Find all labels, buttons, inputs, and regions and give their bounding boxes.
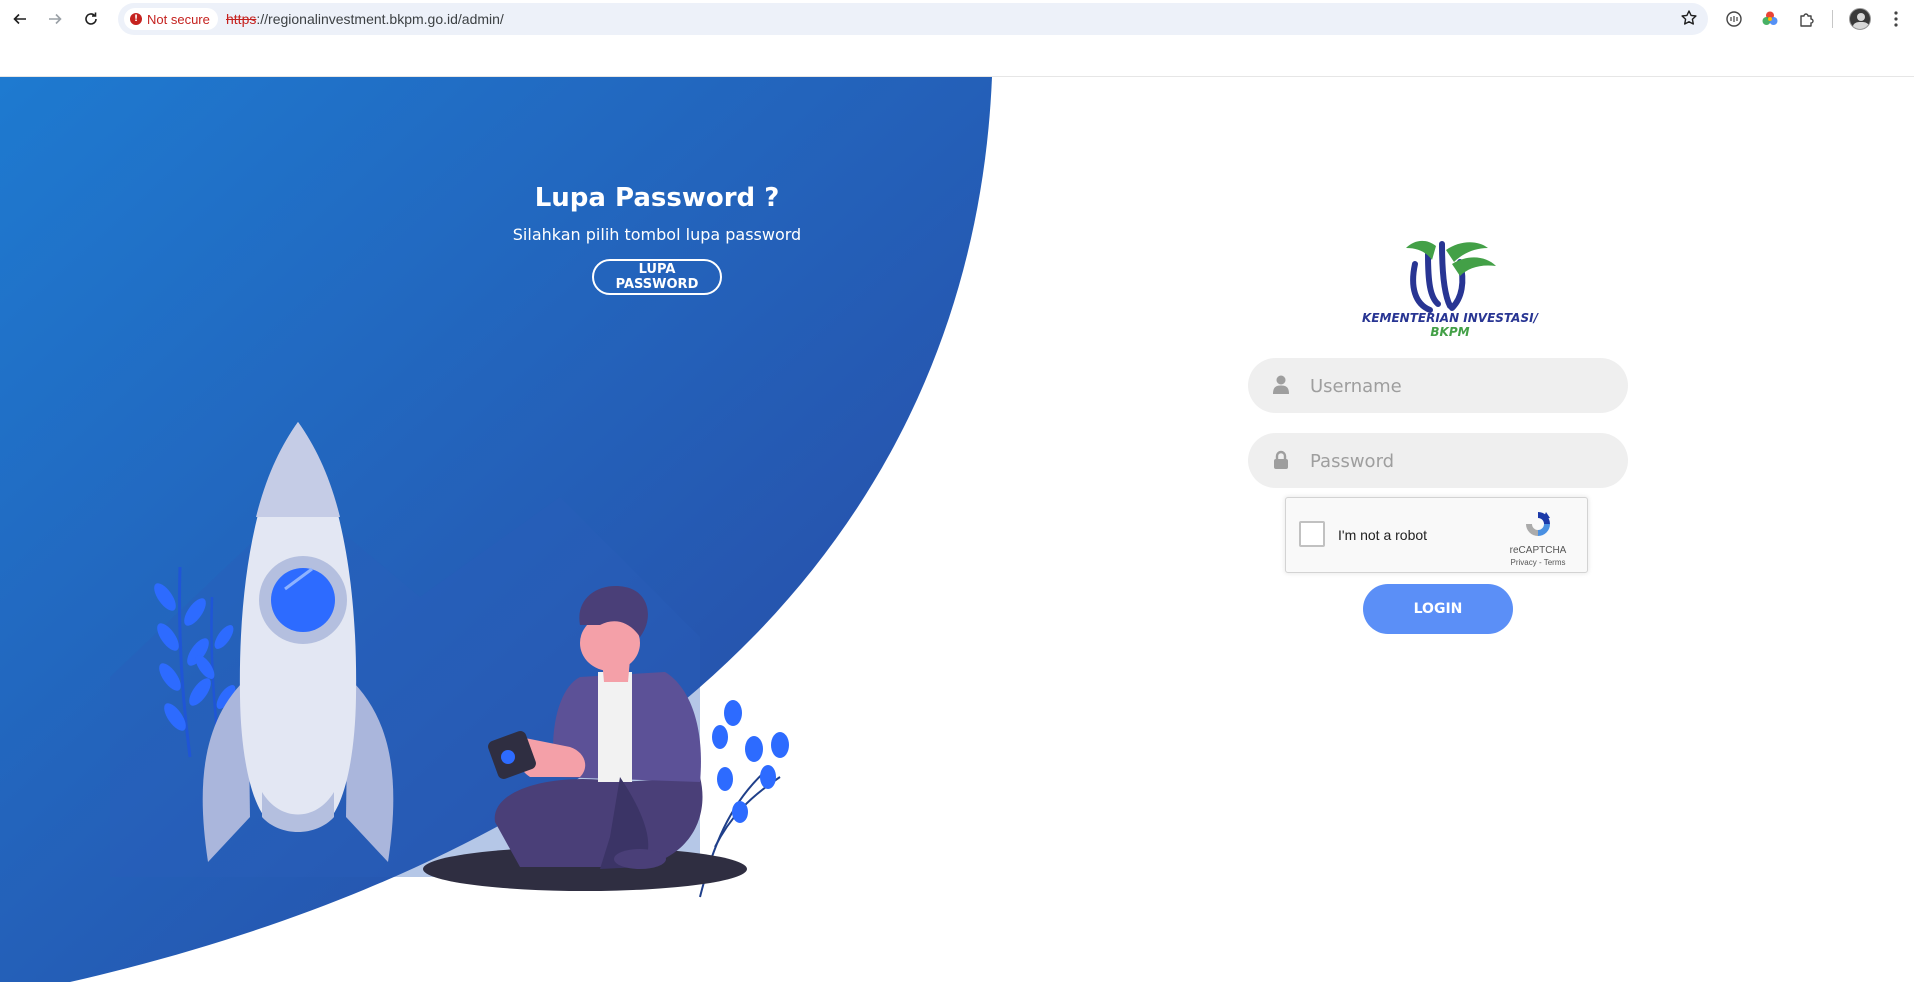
username-input[interactable] bbox=[1308, 358, 1612, 415]
recaptcha-checkbox[interactable] bbox=[1299, 521, 1325, 547]
url-text[interactable]: https://regionalinvestment.bkpm.go.id/ad… bbox=[226, 11, 504, 27]
color-picker-icon[interactable] bbox=[1759, 8, 1781, 30]
bookmark-star-icon[interactable] bbox=[1680, 9, 1698, 32]
forgot-password-button[interactable]: LUPA PASSWORD bbox=[592, 259, 722, 295]
forward-icon[interactable] bbox=[43, 7, 67, 31]
back-icon[interactable] bbox=[8, 7, 32, 31]
security-chip[interactable]: ! Not secure bbox=[124, 8, 218, 30]
password-field[interactable] bbox=[1248, 433, 1628, 490]
menu-kebab-icon[interactable] bbox=[1885, 8, 1907, 30]
address-bar[interactable]: ! Not secure https://regionalinvestment.… bbox=[118, 3, 1708, 35]
logo-text-line2: BKPM bbox=[1430, 325, 1470, 339]
extension-icon[interactable] bbox=[1723, 8, 1745, 30]
profile-avatar[interactable] bbox=[1849, 8, 1871, 30]
reload-icon[interactable] bbox=[79, 7, 103, 31]
forgot-password-title: Lupa Password ? bbox=[534, 183, 780, 213]
recaptcha-brand: reCAPTCHA bbox=[1509, 545, 1567, 556]
lock-icon bbox=[1274, 450, 1288, 469]
browser-toolbar: ! Not secure https://regionalinvestment.… bbox=[0, 0, 1914, 38]
login-button[interactable]: LOGIN bbox=[1363, 584, 1513, 634]
warning-icon: ! bbox=[130, 13, 142, 25]
user-icon bbox=[1273, 375, 1289, 394]
security-chip-label: Not secure bbox=[147, 11, 210, 27]
toolbar-separator bbox=[1832, 10, 1833, 28]
url-protocol: https bbox=[226, 11, 257, 27]
recaptcha-privacy-terms[interactable]: Privacy - Terms bbox=[1498, 558, 1578, 567]
forgot-password-subtitle: Silahkan pilih tombol lupa password bbox=[512, 225, 802, 244]
logo-text-line1: KEMENTERIAN INVESTASI/ bbox=[1362, 311, 1538, 325]
username-field[interactable] bbox=[1248, 358, 1628, 415]
recaptcha-widget: I'm not a robot reCAPTCHA Privacy - Term… bbox=[1285, 497, 1588, 573]
password-input[interactable] bbox=[1308, 433, 1612, 490]
recaptcha-logo-icon bbox=[1526, 512, 1550, 536]
recaptcha-label: I'm not a robot bbox=[1338, 527, 1428, 543]
url-path: ://regionalinvestment.bkpm.go.id/admin/ bbox=[256, 11, 504, 27]
puzzle-icon[interactable] bbox=[1796, 8, 1818, 30]
